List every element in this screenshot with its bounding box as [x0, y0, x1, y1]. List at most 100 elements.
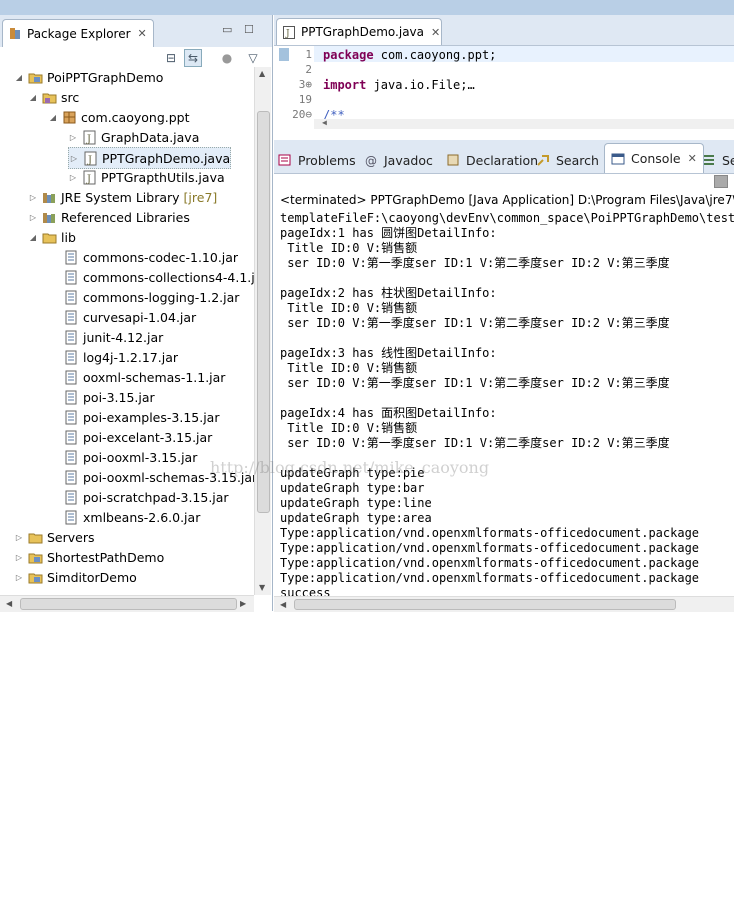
package-explorer-toolbar: ⊟ ⇆ ● ▽	[0, 47, 272, 69]
scroll-left-icon[interactable]: ◀	[6, 599, 12, 608]
java-file-icon: J	[283, 25, 295, 39]
tree-item[interactable]: ▷ Servers	[14, 527, 95, 547]
tree-item[interactable]: ▷ ShortestPathDemo	[14, 547, 164, 567]
code-text: java.io.File;…	[366, 78, 475, 92]
svg-text:J: J	[86, 174, 91, 185]
tree-vertical-scrollbar[interactable]: ▲ ▼	[254, 67, 271, 595]
tree-item[interactable]: ◢ PoiPPTGraphDemo	[14, 67, 163, 87]
focus-icon[interactable]: ●	[218, 49, 236, 67]
library-icon	[42, 190, 57, 205]
tab-javadoc[interactable]: @ Javadoc	[364, 148, 433, 172]
tree-item[interactable]: poi-examples-3.15.jar	[50, 407, 219, 427]
tree-item[interactable]: ooxml-schemas-1.1.jar	[50, 367, 225, 387]
tab-se[interactable]: Se	[702, 148, 734, 172]
expand-twisty-icon[interactable]: ▷	[28, 213, 38, 222]
tab-package-explorer[interactable]: Package Explorer ✕	[2, 19, 154, 47]
tab-search[interactable]: Search	[536, 148, 599, 172]
tree-item[interactable]: commons-logging-1.2.jar	[50, 287, 239, 307]
tree-item[interactable]: log4j-1.2.17.jar	[50, 347, 178, 367]
tree-item[interactable]: ▷ Referenced Libraries	[28, 207, 190, 227]
jar-file-icon	[64, 490, 79, 505]
scrollbar-thumb[interactable]	[257, 111, 270, 513]
editor-tab-bar: J PPTGraphDemo.java ✕	[274, 15, 734, 46]
expand-twisty-icon[interactable]: ▷	[14, 533, 24, 542]
tree-item[interactable]: commons-codec-1.10.jar	[50, 247, 238, 267]
collapse-twisty-icon[interactable]: ◢	[28, 93, 38, 102]
link-with-editor-icon[interactable]: ⇆	[184, 49, 202, 67]
scroll-left-icon[interactable]: ◀	[322, 118, 327, 127]
collapse-all-icon[interactable]: ⊟	[162, 49, 180, 67]
console-line: pageIdx:4 has 面积图DetailInfo:	[280, 406, 497, 420]
line-number: 2	[305, 63, 312, 76]
scrollbar-thumb[interactable]	[294, 599, 676, 610]
tree-horizontal-scrollbar[interactable]: ◀ ▶	[0, 595, 254, 612]
console-output[interactable]: templateFileF:\caoyong\devEnv\common_spa…	[280, 211, 734, 601]
jar-file-icon	[64, 390, 79, 405]
jar-file-icon	[64, 330, 79, 345]
expand-twisty-icon[interactable]: ▷	[14, 553, 24, 562]
close-icon[interactable]: ✕	[431, 26, 440, 39]
expand-twisty-icon[interactable]: ▷	[14, 573, 24, 582]
collapse-twisty-icon[interactable]: ◢	[14, 73, 24, 82]
console-line: ser ID:0 V:第一季度ser ID:1 V:第二季度ser ID:2 V…	[280, 376, 670, 390]
scroll-left-icon[interactable]: ◀	[280, 600, 286, 609]
tree-item[interactable]: commons-collections4-4.1.jar	[50, 267, 254, 287]
jar-file-icon	[64, 310, 79, 325]
scrollbar-thumb[interactable]	[20, 598, 237, 610]
jar-file-icon	[64, 470, 79, 485]
expand-twisty-icon[interactable]: ▷	[28, 193, 38, 202]
code-keyword: package	[323, 48, 374, 62]
tree-item[interactable]: ◢ src	[28, 87, 79, 107]
view-menu-icon[interactable]: ▽	[244, 49, 262, 67]
tree-item-label: curvesapi-1.04.jar	[83, 309, 197, 325]
close-icon[interactable]: ✕	[138, 27, 147, 40]
collapse-twisty-icon[interactable]: ◢	[48, 113, 58, 122]
tree-item-label: lib	[61, 229, 76, 245]
code-keyword: import	[323, 78, 367, 92]
project-tree: ◢ PoiPPTGraphDemo ◢ src ◢ com.caoyong.ppt ▷ J Gr…	[0, 67, 254, 587]
tree-item[interactable]: ◢ com.caoyong.ppt	[48, 107, 190, 127]
terminate-icon[interactable]	[714, 175, 728, 188]
console-line: Type:application/vnd.openxmlformats-offi…	[280, 541, 700, 555]
tab-declaration[interactable]: Declaration	[446, 148, 538, 172]
expand-twisty-icon[interactable]: ▷	[68, 133, 78, 142]
tab-problems[interactable]: Problems	[278, 148, 356, 172]
tree-item[interactable]: poi-scratchpad-3.15.jar	[50, 487, 229, 507]
project-icon	[28, 70, 43, 85]
console-line: Title ID:0 V:销售额	[280, 361, 418, 375]
tree-item[interactable]: poi-3.15.jar	[50, 387, 155, 407]
tree-item-label: GraphData.java	[101, 129, 200, 145]
jar-file-icon	[64, 250, 79, 265]
expand-twisty-icon[interactable]: ▷	[69, 154, 79, 163]
code-line: import java.io.File;…	[323, 78, 475, 92]
scroll-up-icon[interactable]: ▲	[259, 69, 265, 78]
scroll-down-icon[interactable]: ▼	[259, 583, 265, 592]
tree-item[interactable]: ◢ lib	[28, 227, 76, 247]
collapse-twisty-icon[interactable]: ◢	[28, 233, 38, 242]
tree-item[interactable]: ▷ J GraphData.java	[68, 127, 199, 147]
package-explorer-tab-bar: Package Explorer ✕ ▭ ☐	[0, 15, 272, 48]
close-icon[interactable]: ✕	[688, 152, 697, 165]
console-horizontal-scrollbar[interactable]: ◀	[274, 596, 734, 612]
tree-item[interactable]: poi-ooxml-3.15.jar	[50, 447, 197, 467]
console-line: ser ID:0 V:第一季度ser ID:1 V:第二季度ser ID:2 V…	[280, 436, 670, 450]
tab-console[interactable]: Console ✕	[604, 143, 704, 173]
minimize-icon[interactable]: ▭	[222, 23, 232, 36]
console-tab-bar: Problems @ Javadoc Declaration Search Console…	[274, 140, 734, 174]
maximize-icon[interactable]: ☐	[244, 23, 254, 36]
scroll-right-icon[interactable]: ▶	[240, 599, 246, 608]
code-area[interactable]: 1 package com.caoyong.ppt; 2 3⊕ import java.…	[274, 46, 734, 131]
search-icon	[536, 153, 550, 167]
tree-item[interactable]: curvesapi-1.04.jar	[50, 307, 196, 327]
tree-item[interactable]: ▷ J PPTGrapthUtils.java	[68, 167, 225, 187]
tree-item[interactable]: poi-excelant-3.15.jar	[50, 427, 212, 447]
tree-item[interactable]: ▷ SimditorDemo	[14, 567, 137, 587]
tree-item[interactable]: xmlbeans-2.6.0.jar	[50, 507, 200, 527]
editor-horizontal-scrollbar[interactable]: ◀	[314, 118, 734, 129]
tab-pptgraphdemo-java[interactable]: J PPTGraphDemo.java ✕	[276, 18, 442, 45]
java-file-icon: J	[83, 151, 98, 166]
tree-item[interactable]: junit-4.12.jar	[50, 327, 163, 347]
tree-item[interactable]: ▷ JRE System Library [jre7]	[28, 187, 217, 207]
expand-twisty-icon[interactable]: ▷	[68, 173, 78, 182]
tree-item[interactable]: ▷ J PPTGraphDemo.java	[68, 147, 232, 169]
